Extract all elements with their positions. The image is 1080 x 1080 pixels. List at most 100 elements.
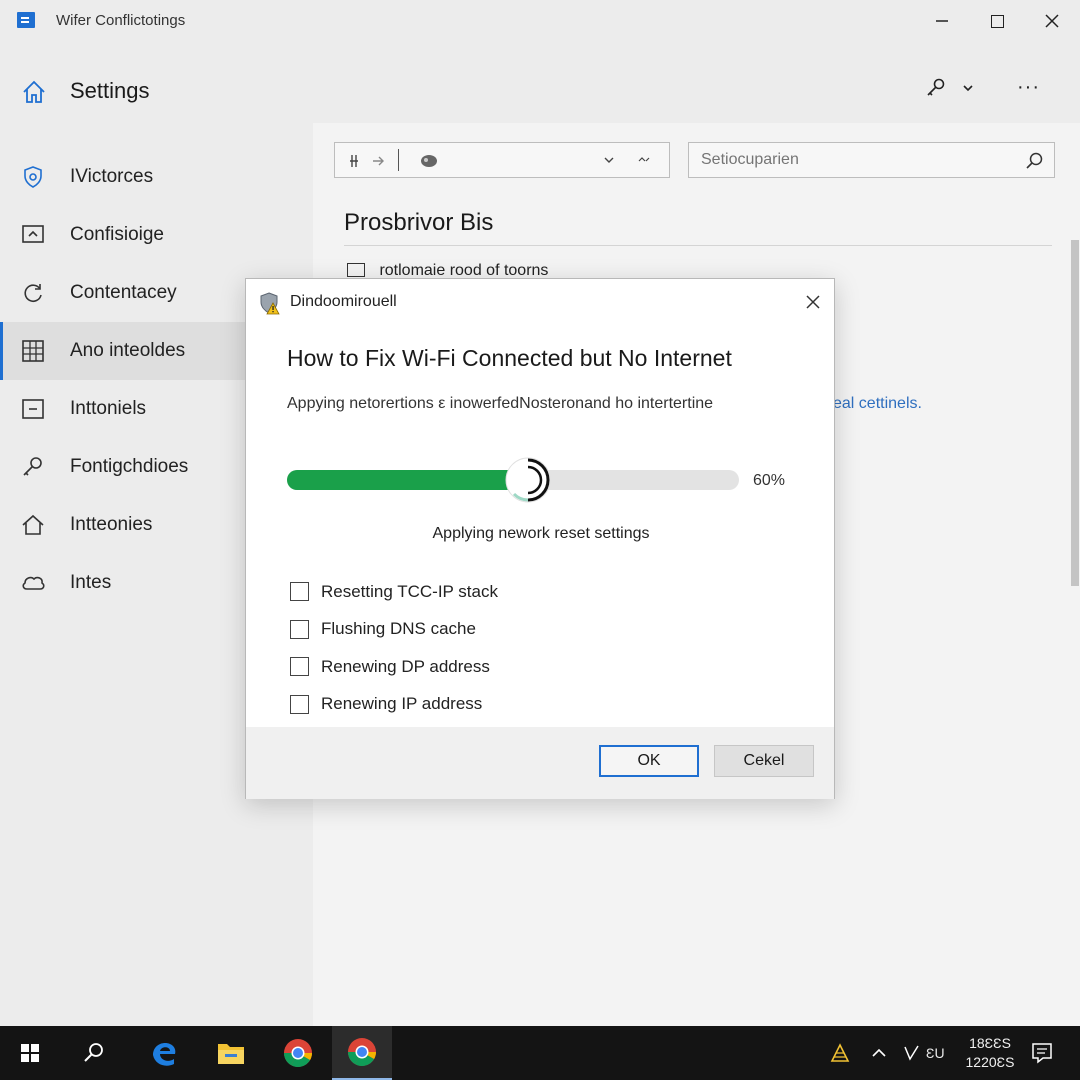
shield-warning-icon [260, 292, 280, 315]
refresh-icon [24, 284, 42, 302]
app-icon [17, 12, 35, 28]
checkbox-icon [347, 263, 365, 277]
sidebar-item-6[interactable]: Fontigchdioes [0, 438, 245, 496]
sidebar-item-label: Contentacey [70, 282, 177, 303]
tray-network-activity[interactable] [830, 1026, 850, 1080]
taskbar-search-button[interactable] [64, 1026, 124, 1080]
cloud-icon [22, 576, 45, 590]
status-text: Applying nework reset settings [432, 525, 650, 542]
divider [398, 149, 399, 171]
taskbar-chrome[interactable] [268, 1026, 328, 1080]
shield-gear-icon [24, 166, 42, 188]
more-options-button[interactable]: ··· [1017, 76, 1040, 99]
sidebar-item-label: Confisioige [70, 224, 164, 245]
list-item: Resetting TCC-IP stack [290, 573, 498, 611]
home-icon [22, 514, 44, 535]
list-item: Renewing IP address [290, 686, 498, 724]
sidebar-item-label: IVictorces [70, 166, 154, 187]
maximize-button[interactable] [975, 6, 1019, 36]
clock-date: 1220ƐS [965, 1054, 1015, 1070]
taskbar-clock[interactable]: 18ƐƐS 1220ƐS [960, 1034, 1020, 1072]
sidebar-item-3[interactable]: Contentacey [0, 264, 245, 322]
page-title: Settings [70, 78, 150, 103]
divider [344, 245, 1052, 246]
maximize-icon [990, 14, 1004, 28]
chevron-up-icon [872, 1048, 886, 1057]
step-label: Renewing DP address [321, 656, 490, 676]
dialog-close-button[interactable] [798, 287, 828, 317]
monitor-icon [22, 225, 44, 243]
chevron-down-icon[interactable] [603, 154, 615, 166]
cancel-button[interactable]: Cekel [714, 745, 814, 777]
network-icon [421, 155, 437, 167]
sidebar-item-2[interactable]: Confisioige [0, 206, 245, 264]
network-reset-dialog: Dindoomirouell How to Fix Wi-Fi Connecte… [245, 278, 835, 799]
taskbar: ƐU 18ƐƐS 1220ƐS [0, 1026, 1080, 1080]
spinner-icon [505, 457, 551, 503]
tray-notifications[interactable] [1030, 1026, 1054, 1080]
clock-time: 18ƐƐS [969, 1035, 1011, 1051]
address-bar[interactable] [334, 142, 670, 178]
progress-bar [287, 457, 739, 503]
sidebar-nav: IVictorces Confisioige Contentacey Ano i… [0, 148, 245, 612]
language-indicator: ƐU [926, 1045, 945, 1061]
window-title: Wifer Conflictotings [56, 12, 186, 29]
sidebar-item-7[interactable]: Intteonies [0, 496, 245, 554]
minimize-button[interactable] [920, 6, 964, 36]
chrome-icon [284, 1039, 312, 1067]
sidebar-item-4[interactable]: Ano inteoldes [0, 322, 245, 380]
sidebar-item-5[interactable]: Inttoniels [0, 380, 245, 438]
step-checkbox[interactable] [290, 619, 309, 639]
dialog-heading: How to Fix Wi-Fi Connected but No Intern… [287, 345, 732, 371]
header-tools: ··· [925, 76, 1040, 99]
sidebar-item-label: Ano inteoldes [70, 340, 186, 361]
edge-icon [153, 1043, 176, 1066]
search-box[interactable] [688, 142, 1055, 178]
scrollbar[interactable] [1071, 240, 1079, 586]
progress-fill [287, 470, 520, 490]
step-label: Renewing IP address [321, 694, 483, 714]
dialog-caption: Dindoomirouell [290, 293, 397, 310]
close-icon [806, 295, 820, 309]
chevron-up-icon[interactable] [637, 154, 651, 166]
taskbar-chrome-active[interactable] [332, 1026, 392, 1080]
close-icon [1045, 14, 1059, 28]
windows-logo-icon [21, 1044, 39, 1062]
search-icon[interactable] [1024, 151, 1044, 171]
sidebar-item-8[interactable]: Intes [0, 554, 245, 612]
close-window-button[interactable] [1030, 6, 1074, 36]
start-button[interactable] [0, 1026, 60, 1080]
step-checkbox[interactable] [290, 694, 309, 714]
search-input[interactable] [701, 150, 1001, 170]
taskbar-file-explorer[interactable] [201, 1026, 261, 1080]
sidebar-item-1[interactable]: IVictorces [0, 148, 245, 206]
window-icon [22, 399, 44, 419]
pen-icon [904, 1045, 919, 1061]
tray-language[interactable]: ƐU [902, 1026, 945, 1080]
reset-steps-list: Resetting TCC-IP stack Flushing DNS cach… [290, 573, 498, 723]
dialog-footer: OK Cekel [246, 727, 834, 799]
folder-icon [218, 1044, 244, 1064]
settings-link[interactable]: eal cettinels. [833, 395, 922, 413]
step-checkbox[interactable] [290, 657, 309, 677]
home-icon[interactable] [20, 78, 48, 106]
ok-button[interactable]: OK [599, 745, 699, 777]
progress-percent: 60% [753, 472, 786, 489]
sidebar-item-label: Inttoniels [70, 398, 147, 419]
back-forward-icon[interactable] [347, 152, 387, 170]
content-row-label: rotlomaie rood of toorns [379, 262, 549, 279]
search-icon [84, 1043, 103, 1062]
key-icon[interactable] [925, 77, 947, 99]
section-title: Prosbrivor Bis [344, 209, 494, 236]
taskbar-edge[interactable] [134, 1026, 194, 1080]
tray-show-hidden[interactable] [870, 1026, 888, 1080]
key-icon [23, 457, 42, 476]
minimize-icon [936, 20, 948, 22]
step-label: Flushing DNS cache [321, 619, 476, 639]
sidebar-item-label: Intes [70, 572, 112, 593]
step-checkbox[interactable] [290, 582, 309, 602]
chevron-down-icon[interactable] [961, 81, 975, 95]
sidebar-item-label: Fontigchdioes [70, 456, 189, 477]
title-bar[interactable]: Wifer Conflictotings [0, 0, 1080, 42]
chrome-icon [348, 1038, 376, 1066]
